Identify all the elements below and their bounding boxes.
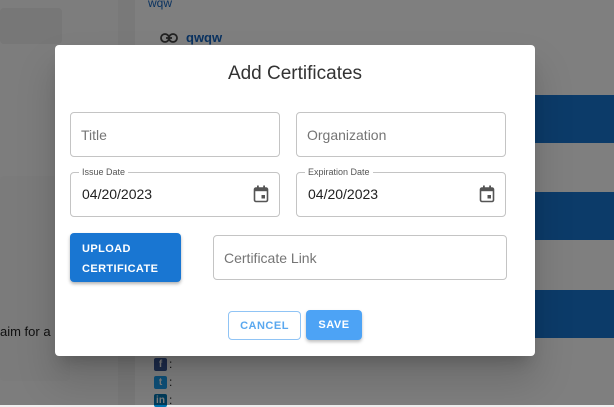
upload-button-line2: CERTIFICATE bbox=[82, 263, 159, 275]
dialog-title: Add Certificates bbox=[227, 63, 363, 84]
expiration-date-label: Expiration Date bbox=[305, 166, 373, 178]
upload-button-line1: UPLOAD bbox=[82, 243, 131, 255]
issue-date-value[interactable]: 04/20/2023 bbox=[82, 186, 152, 202]
certificate-link-field[interactable] bbox=[213, 235, 507, 280]
title-input[interactable] bbox=[81, 113, 269, 156]
organization-input[interactable] bbox=[307, 113, 495, 156]
calendar-icon[interactable] bbox=[479, 185, 495, 203]
cancel-button[interactable]: CANCEL bbox=[228, 311, 301, 340]
issue-date-field[interactable]: Issue Date 04/20/2023 bbox=[70, 166, 280, 217]
title-field[interactable] bbox=[70, 112, 280, 157]
save-button[interactable]: SAVE bbox=[306, 310, 362, 340]
expiration-date-value[interactable]: 04/20/2023 bbox=[308, 186, 378, 202]
calendar-icon[interactable] bbox=[253, 185, 269, 203]
organization-field[interactable] bbox=[296, 112, 506, 157]
upload-certificate-button[interactable]: UPLOAD CERTIFICATE bbox=[70, 233, 181, 282]
issue-date-label: Issue Date bbox=[79, 166, 129, 178]
expiration-date-field[interactable]: Expiration Date 04/20/2023 bbox=[296, 166, 506, 217]
add-certificates-dialog: Add Certificates Issue Date 04/20/2023 E… bbox=[55, 45, 535, 356]
certificate-link-input[interactable] bbox=[224, 236, 496, 279]
dialog-body: Issue Date 04/20/2023 Expiration Date 04… bbox=[55, 100, 535, 342]
